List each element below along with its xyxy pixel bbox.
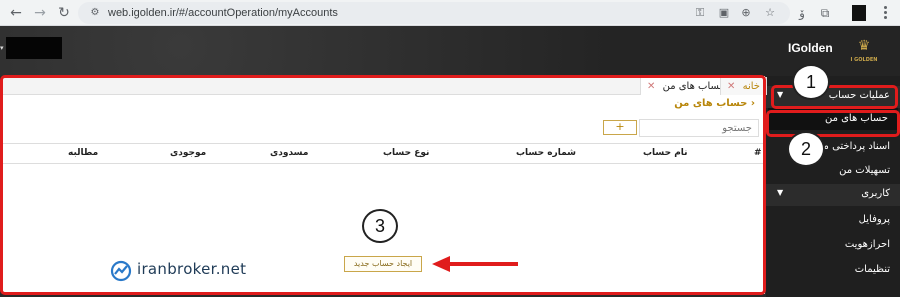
chevron-down-icon: ▼ <box>777 90 784 99</box>
sidebar: ▼ عملیات حساب حساب های من اسناد پرداختی … <box>766 76 900 297</box>
logo-text: I GOLDEN <box>850 57 878 63</box>
column-header[interactable]: شماره حساب <box>516 148 576 158</box>
breadcrumb: ‹ حساب های من <box>674 98 755 109</box>
install-app-icon[interactable]: ▣ <box>716 5 732 21</box>
column-header[interactable]: نوع حساب <box>383 148 429 158</box>
sidebar-item-verification[interactable]: احرازهویت <box>845 239 890 250</box>
column-header[interactable]: مطالبه <box>68 148 98 158</box>
step-badge-2: 2 <box>787 131 825 167</box>
extensions-icon[interactable]: ⧉ <box>816 4 834 22</box>
watermark-text: iranbroker.net <box>137 260 247 278</box>
chevron-left-icon: ‹ <box>747 98 755 109</box>
translate-icon[interactable]: ۆ <box>793 4 811 22</box>
address-bar[interactable]: ⚙ web.igolden.ir/#/accountOperation/myAc… <box>78 2 790 24</box>
user-menu-caret-icon[interactable]: ▾ <box>0 44 4 52</box>
sidebar-item-profile[interactable]: پروفایل <box>859 214 890 225</box>
zoom-icon[interactable]: ⊕ <box>738 5 754 21</box>
sidebar-group-label: کاربری <box>861 188 890 199</box>
tab-label: حساب های من <box>662 81 726 92</box>
table-header: # نام حساب شماره حساب نوع حساب مسدودی مو… <box>2 143 765 164</box>
sidebar-item-my-payment-docs[interactable]: اسناد پرداختی من <box>816 141 890 152</box>
sidebar-item-settings[interactable]: تنظیمات <box>855 264 890 275</box>
menu-kebab-icon[interactable] <box>880 4 890 22</box>
site-info-icon[interactable]: ⚙ <box>88 6 102 20</box>
sidebar-group-label: عملیات حساب <box>828 90 890 101</box>
redacted-user-name[interactable] <box>6 37 62 59</box>
search-input[interactable] <box>640 120 758 136</box>
bookmark-star-icon[interactable]: ☆ <box>762 5 778 21</box>
sidebar-group-user[interactable]: ▼ کاربری <box>766 184 900 206</box>
url-text[interactable]: web.igolden.ir/#/accountOperation/myAcco… <box>108 2 338 24</box>
column-header[interactable]: مسدودی <box>270 148 308 158</box>
sidebar-group-account-operations[interactable]: ▼ عملیات حساب <box>766 86 900 108</box>
page-title: حساب های من <box>674 98 748 109</box>
create-account-button[interactable]: ایجاد حساب جدید <box>344 256 422 272</box>
sidebar-item-my-facilities[interactable]: تسهیلات من <box>839 165 890 176</box>
close-icon[interactable]: ✕ <box>647 81 655 92</box>
sidebar-item-my-accounts[interactable]: حساب های من <box>768 108 898 130</box>
column-header[interactable]: # <box>754 148 762 158</box>
column-header[interactable]: نام حساب <box>643 148 688 158</box>
app-header: ▾ IGolden ♛ I GOLDEN <box>0 26 900 76</box>
tab-label: خانه <box>742 81 760 92</box>
password-key-icon[interactable]: ⚿ <box>692 5 708 21</box>
back-arrow-icon[interactable]: ← <box>6 3 26 23</box>
arrow-left-icon <box>432 256 518 272</box>
tab-home[interactable]: خانه ✕ <box>720 77 767 95</box>
add-button[interactable]: + <box>603 120 637 135</box>
profile-avatar[interactable] <box>852 5 866 21</box>
main-panel: حساب های من ✕ خانه ✕ ‹ حساب های من + # ن… <box>2 76 767 294</box>
close-icon[interactable]: ✕ <box>727 81 735 92</box>
tab-bar: حساب های من ✕ خانه ✕ <box>2 76 767 95</box>
forward-arrow-icon[interactable]: → <box>30 3 50 23</box>
search-field[interactable] <box>639 119 759 137</box>
brand-logo: ♛ I GOLDEN <box>847 36 881 72</box>
step-badge-3: 3 <box>362 209 398 243</box>
reload-icon[interactable]: ↻ <box>54 3 74 23</box>
brand-name: IGolden <box>788 41 833 55</box>
trend-chart-icon <box>110 260 132 282</box>
browser-toolbar: ← → ↻ ⚙ web.igolden.ir/#/accountOperatio… <box>0 0 900 26</box>
tab-my-accounts[interactable]: حساب های من ✕ <box>640 77 733 95</box>
step-badge-1: 1 <box>792 64 830 100</box>
column-header[interactable]: موجودی <box>170 148 206 158</box>
chevron-down-icon: ▼ <box>777 188 784 197</box>
crown-icon: ♛ <box>857 38 871 54</box>
sidebar-item-label: حساب های من <box>824 113 888 124</box>
